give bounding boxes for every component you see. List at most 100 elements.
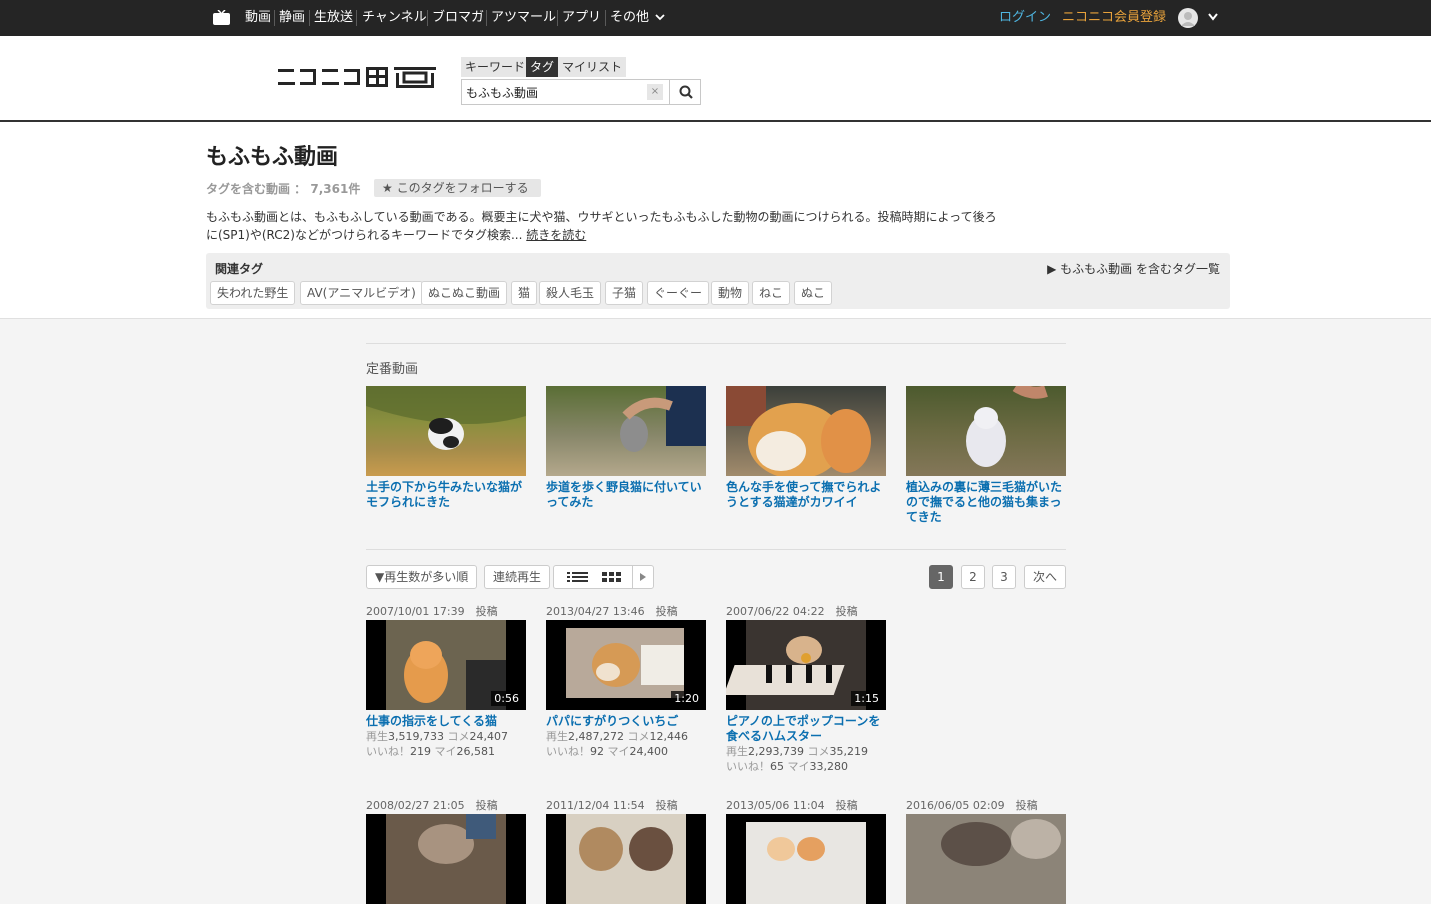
search-button[interactable] [669,80,701,104]
divider [366,549,1066,550]
video-stats: いいね！65 マイ33,280 [726,759,886,774]
page-1-button[interactable]: 1 [929,565,953,589]
nav-item-video[interactable]: 動画 [245,0,271,36]
page-3-button[interactable]: 3 [992,565,1016,589]
featured-video[interactable]: 歩道を歩く野良猫に付いていってみた [546,386,706,510]
video-card[interactable]: 2016/06/05 02:09 投稿 [906,797,1066,904]
video-card[interactable]: 2008/02/27 21:05 投稿 [366,797,526,904]
video-stats: いいね！92 マイ24,400 [546,744,706,759]
nav-item-more[interactable]: その他 [610,0,665,36]
mylist-count: 24,400 [629,745,669,758]
read-more-link[interactable]: 続きを読む [526,228,586,242]
comment-count: 12,446 [649,730,688,743]
like-count-label: いいね！ [546,745,590,758]
featured-video[interactable]: 植込みの裏に薄三毛猫がいたので撫でると他の猫も集まってきた [906,386,1066,525]
nav-divider [605,10,606,26]
video-card[interactable]: 2011/12/04 11:54 投稿 [546,797,706,904]
nav-item-live[interactable]: 生放送 [314,0,353,36]
mylist-count-label: マイ [607,745,630,758]
nav-item-channel[interactable]: チャンネル [362,0,427,36]
related-tag[interactable]: 子猫 [605,281,644,305]
search-tab-keyword[interactable]: キーワード [461,57,530,77]
page-title: もふもふ動画 [206,145,339,170]
video-card[interactable]: 2013/05/06 11:04 投稿 [726,797,886,904]
video-thumbnail[interactable] [366,814,526,904]
nav-divider [427,10,428,26]
related-tag[interactable]: ぬこぬこ動画 [421,281,508,305]
related-tag[interactable]: ねこ [752,281,791,305]
nav-item-atsumaru[interactable]: アツマール [491,0,556,36]
login-link[interactable]: ログイン [999,0,1051,35]
niconico-tv-icon[interactable] [213,10,230,25]
grid-view-icon[interactable] [600,566,626,588]
niconico-logo[interactable] [276,65,438,91]
video-thumbnail[interactable]: 1:15 [726,620,886,710]
video-title[interactable]: 色んな手を使って撫でられようとする猫達がカワイイ [726,480,886,510]
video-thumbnail[interactable] [906,814,1066,904]
video-thumbnail[interactable]: 0:56 [366,620,526,710]
video-title[interactable]: 植込みの裏に薄三毛猫がいたので撫でると他の猫も集まってきた [906,480,1066,525]
video-thumbnail[interactable] [366,386,526,476]
video-title[interactable]: 歩道を歩く野良猫に付いていってみた [546,480,706,510]
chevron-down-icon[interactable] [1207,12,1219,22]
video-stats: 再生2,487,272 コメ12,446 [546,729,706,744]
video-card[interactable]: 2007/10/01 17:39 投稿 0:56 仕事の指示をしてくる猫 再生3… [366,603,526,759]
featured-video[interactable]: 土手の下から牛みたいな猫がモフられにきた [366,386,526,510]
featured-section-title: 定番動画 [366,362,419,377]
related-tag[interactable]: 動物 [711,281,750,305]
video-date: 2013/05/06 11:04 投稿 [726,799,858,812]
related-tag[interactable]: 失われた野生 [210,281,296,305]
animal-thumbnail-image [906,814,1066,904]
clear-search-button[interactable]: × [647,84,663,100]
sort-dropdown[interactable]: ▼再生数が多い順 [366,565,478,589]
avatar[interactable] [1178,8,1198,28]
video-thumbnail[interactable]: 1:20 [546,620,706,710]
like-count: 92 [590,745,604,758]
list-view-icon[interactable] [566,566,592,588]
related-tag[interactable]: 猫 [511,281,538,305]
tag-video-count: タグを含む動画 ： 7,361件 [206,182,361,196]
video-title[interactable]: ピアノの上でポップコーンを食べるハムスター [726,714,886,744]
video-stats: 再生2,293,739 コメ35,219 [726,744,886,759]
related-tag[interactable]: ぬこ [794,281,833,305]
follow-tag-button[interactable]: ★ このタグをフォローする [374,179,541,197]
comment-count-label: コメ [627,730,650,743]
play-icon[interactable] [634,566,654,588]
video-title[interactable]: 仕事の指示をしてくる猫 [366,714,526,729]
video-duration: 0:56 [491,691,522,706]
video-card[interactable]: 2013/04/27 13:46 投稿 1:20 パパにすがりつくいちご 再生2… [546,603,706,759]
video-thumbnail[interactable] [906,386,1066,476]
nav-item-blomaga[interactable]: ブロマガ [432,0,484,36]
video-thumbnail[interactable] [726,814,886,904]
search-tab-tag[interactable]: タグ [526,57,559,77]
nav-divider [557,10,558,26]
comment-count: 24,407 [469,730,508,743]
search-tab-mylist[interactable]: マイリスト [558,57,627,77]
nav-item-app[interactable]: アプリ [562,0,601,36]
like-count: 65 [770,760,784,773]
video-card[interactable]: 2007/06/22 04:22 投稿 1:15 ピアノの上でポップコーンを食べ… [726,603,886,774]
site-header: キーワード タグ マイリスト × [0,36,1431,122]
search-input[interactable] [466,83,646,101]
nav-divider [486,10,487,26]
related-tag[interactable]: AV(アニマルビデオ) [300,281,423,305]
nav-divider [356,10,357,26]
continuous-play-button[interactable]: 連続再生 [484,565,551,589]
next-page-button[interactable]: 次へ [1024,565,1066,589]
featured-video[interactable]: 色んな手を使って撫でられようとする猫達がカワイイ [726,386,886,510]
video-thumbnail[interactable] [546,386,706,476]
page-2-button[interactable]: 2 [961,565,985,589]
video-title[interactable]: パパにすがりつくいちご [546,714,706,729]
divider [366,343,1066,344]
comment-count-label: コメ [807,745,830,758]
video-thumbnail[interactable] [726,386,886,476]
video-title[interactable]: 土手の下から牛みたいな猫がモフられにきた [366,480,526,510]
signup-link[interactable]: ニコニコ会員登録 [1062,0,1166,35]
comment-count: 35,219 [829,745,868,758]
video-thumbnail[interactable] [546,814,706,904]
related-tag[interactable]: 殺人毛玉 [539,281,602,305]
nav-divider [309,10,310,26]
nav-item-seiga[interactable]: 静画 [279,0,305,36]
related-tag[interactable]: ぐーぐー [647,281,710,305]
related-tags-list-link[interactable]: ▶ もふもふ動画 を含むタグ一覧 [1047,260,1220,277]
